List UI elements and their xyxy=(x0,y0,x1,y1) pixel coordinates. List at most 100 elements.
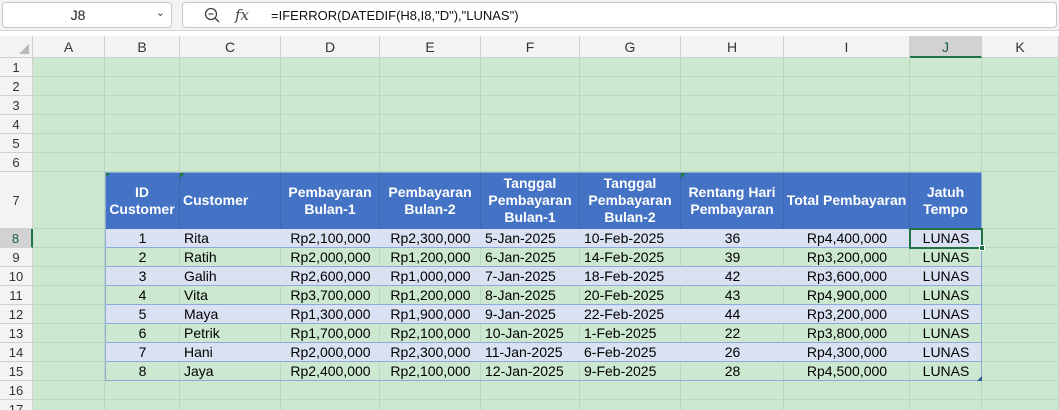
table-cell[interactable]: Rp2,000,000 xyxy=(281,343,380,362)
table-cell[interactable]: 8 xyxy=(105,362,180,381)
table-cell[interactable]: LUNAS xyxy=(910,362,982,381)
header-pembayaran-bulan-1[interactable]: Pembayaran Bulan-1 xyxy=(281,172,380,229)
table-cell[interactable]: Rp2,100,000 xyxy=(281,229,380,248)
table-cell[interactable]: Rita xyxy=(180,229,281,248)
table-cell[interactable]: Rp2,100,000 xyxy=(380,324,481,343)
header-total-pembayaran[interactable]: Total Pembayaran xyxy=(784,172,910,229)
table-cell[interactable]: Jaya xyxy=(180,362,281,381)
column-header-i[interactable]: I xyxy=(784,36,910,58)
table-cell[interactable]: 44 xyxy=(681,305,784,324)
row-header-10[interactable]: 10 xyxy=(0,267,33,286)
table-cell[interactable]: 1-Feb-2025 xyxy=(580,324,681,343)
table-cell[interactable]: Rp2,600,000 xyxy=(281,267,380,286)
name-box[interactable]: J8 ⌄ xyxy=(2,2,172,28)
table-cell[interactable]: 39 xyxy=(681,248,784,267)
row-header-16[interactable]: 16 xyxy=(0,381,33,400)
table-cell[interactable]: Rp1,200,000 xyxy=(380,248,481,267)
table-cell[interactable]: 28 xyxy=(681,362,784,381)
table-cell[interactable]: Rp1,700,000 xyxy=(281,324,380,343)
fx-icon[interactable]: fx xyxy=(235,6,249,24)
table-cell[interactable]: 5-Jan-2025 xyxy=(481,229,580,248)
table-cell[interactable]: Rp1,000,000 xyxy=(380,267,481,286)
row-header-15[interactable]: 15 xyxy=(0,362,33,381)
row-header-13[interactable]: 13 xyxy=(0,324,33,343)
header-rentang-hari-pembayaran[interactable]: Rentang Hari Pembayaran xyxy=(681,172,784,229)
row-header-5[interactable]: 5 xyxy=(0,134,33,153)
row-header-12[interactable]: 12 xyxy=(0,305,33,324)
table-cell[interactable]: 6-Jan-2025 xyxy=(481,248,580,267)
table-cell[interactable]: LUNAS xyxy=(910,305,982,324)
table-cell[interactable]: Rp3,600,000 xyxy=(784,267,910,286)
table-cell[interactable]: Petrik xyxy=(180,324,281,343)
row-header-1[interactable]: 1 xyxy=(0,58,33,77)
table-cell[interactable]: LUNAS xyxy=(910,286,982,305)
zoom-icon[interactable] xyxy=(203,6,223,24)
column-header-d[interactable]: D xyxy=(281,36,380,58)
table-cell[interactable]: 26 xyxy=(681,343,784,362)
table-cell[interactable]: Rp1,200,000 xyxy=(380,286,481,305)
column-header-c[interactable]: C xyxy=(180,36,281,58)
table-cell[interactable]: 12-Jan-2025 xyxy=(481,362,580,381)
table-cell[interactable]: 20-Feb-2025 xyxy=(580,286,681,305)
table-cell[interactable]: 4 xyxy=(105,286,180,305)
spreadsheet-grid[interactable]: ID Customer Customer Pembayaran Bulan-1 Pem… xyxy=(33,58,1059,410)
table-cell[interactable]: 9-Jan-2025 xyxy=(481,305,580,324)
table-cell[interactable]: Rp2,300,000 xyxy=(380,229,481,248)
row-header-9[interactable]: 9 xyxy=(0,248,33,267)
row-header-11[interactable]: 11 xyxy=(0,286,33,305)
table-cell[interactable]: Rp2,000,000 xyxy=(281,248,380,267)
table-cell[interactable]: LUNAS xyxy=(910,248,982,267)
row-header-2[interactable]: 2 xyxy=(0,77,33,96)
formula-input[interactable]: fx =IFERROR(DATEDIF(H8,I8,"D"),"LUNAS") xyxy=(182,2,1057,28)
row-header-7[interactable]: 7 xyxy=(0,172,33,229)
table-cell[interactable]: Ratih xyxy=(180,248,281,267)
column-header-h[interactable]: H xyxy=(681,36,784,58)
table-cell[interactable]: 5 xyxy=(105,305,180,324)
row-header-14[interactable]: 14 xyxy=(0,343,33,362)
fill-handle[interactable] xyxy=(979,245,985,251)
table-cell[interactable]: Hani xyxy=(180,343,281,362)
table-cell[interactable]: Rp3,800,000 xyxy=(784,324,910,343)
chevron-down-icon[interactable]: ⌄ xyxy=(156,6,165,19)
table-cell[interactable]: Rp2,400,000 xyxy=(281,362,380,381)
table-cell[interactable]: 22-Feb-2025 xyxy=(580,305,681,324)
table-cell[interactable]: 2 xyxy=(105,248,180,267)
table-cell[interactable]: Rp2,300,000 xyxy=(380,343,481,362)
table-cell[interactable]: 18-Feb-2025 xyxy=(580,267,681,286)
table-cell[interactable]: 1 xyxy=(105,229,180,248)
table-cell[interactable]: 10-Jan-2025 xyxy=(481,324,580,343)
table-cell[interactable]: 7 xyxy=(105,343,180,362)
table-cell[interactable]: 7-Jan-2025 xyxy=(481,267,580,286)
table-cell[interactable]: Maya xyxy=(180,305,281,324)
table-cell[interactable]: Rp3,200,000 xyxy=(784,305,910,324)
row-header-8[interactable]: 8 xyxy=(0,229,33,248)
table-cell[interactable]: 14-Feb-2025 xyxy=(580,248,681,267)
table-cell[interactable]: 3 xyxy=(105,267,180,286)
column-header-g[interactable]: G xyxy=(580,36,681,58)
table-cell[interactable]: Vita xyxy=(180,286,281,305)
header-id-customer[interactable]: ID Customer xyxy=(105,172,180,229)
table-cell[interactable]: Rp4,900,000 xyxy=(784,286,910,305)
formula-text[interactable]: =IFERROR(DATEDIF(H8,I8,"D"),"LUNAS") xyxy=(271,8,519,23)
table-cell[interactable]: 9-Feb-2025 xyxy=(580,362,681,381)
header-jatuh-tempo[interactable]: Jatuh Tempo xyxy=(910,172,982,229)
table-cell[interactable]: LUNAS xyxy=(910,343,982,362)
table-cell[interactable]: Galih xyxy=(180,267,281,286)
table-cell[interactable]: 8-Jan-2025 xyxy=(481,286,580,305)
table-resize-handle[interactable] xyxy=(977,376,982,381)
table-cell[interactable]: Rp4,400,000 xyxy=(784,229,910,248)
select-all-corner[interactable] xyxy=(0,36,33,58)
column-header-j[interactable]: J xyxy=(910,36,982,58)
column-header-k[interactable]: K xyxy=(982,36,1059,58)
row-header-3[interactable]: 3 xyxy=(0,96,33,115)
column-header-b[interactable]: B xyxy=(105,36,180,58)
table-cell[interactable]: Rp1,300,000 xyxy=(281,305,380,324)
table-cell[interactable]: 36 xyxy=(681,229,784,248)
row-header-4[interactable]: 4 xyxy=(0,115,33,134)
column-header-a[interactable]: A xyxy=(33,36,105,58)
table-cell[interactable]: 6 xyxy=(105,324,180,343)
header-tanggal-pembayaran-bulan-1[interactable]: Tanggal Pembayaran Bulan-1 xyxy=(481,172,580,229)
column-header-f[interactable]: F xyxy=(481,36,580,58)
table-cell[interactable]: 6-Feb-2025 xyxy=(580,343,681,362)
table-cell[interactable]: Rp4,500,000 xyxy=(784,362,910,381)
